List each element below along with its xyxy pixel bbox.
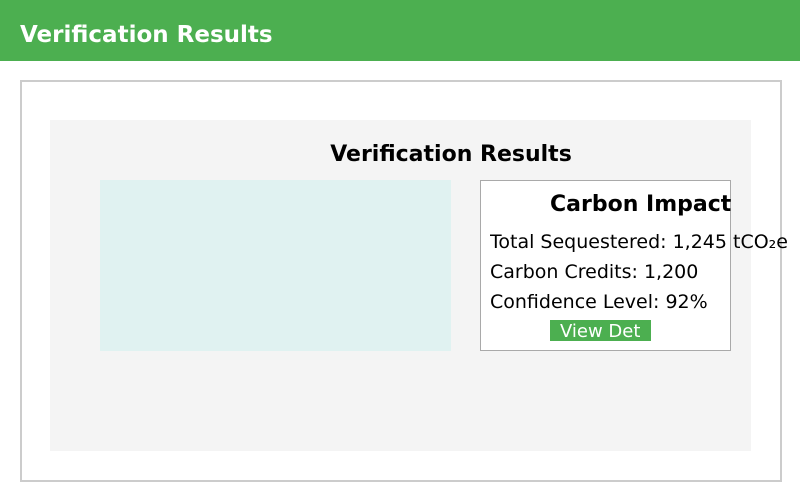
panel-title: Verification Results: [330, 142, 572, 167]
view-details-button[interactable]: View Det: [550, 320, 651, 341]
app-header: Verification Results: [0, 0, 800, 61]
total-sequestered-text: Total Sequestered: 1,245 tCO₂e: [490, 231, 788, 253]
map-placeholder: [100, 180, 451, 351]
carbon-credits-text: Carbon Credits: 1,200: [490, 261, 699, 283]
carbon-impact-title: Carbon Impact: [550, 192, 732, 217]
header-title: Verification Results: [20, 22, 273, 48]
confidence-level-text: Confidence Level: 92%: [490, 291, 708, 313]
